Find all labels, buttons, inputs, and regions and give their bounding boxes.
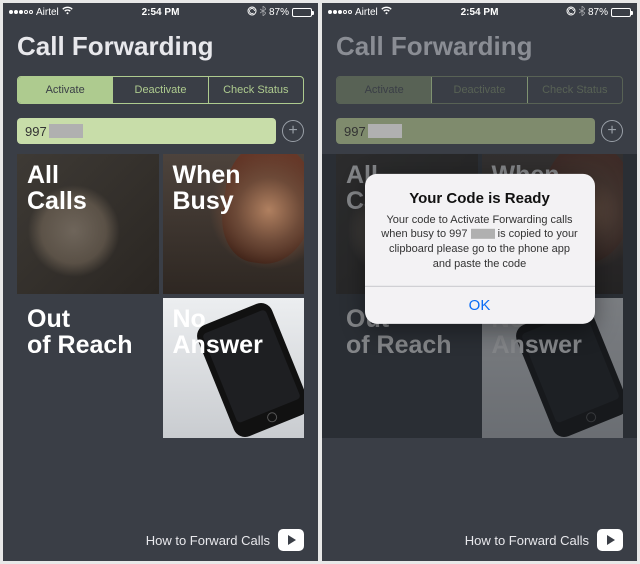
phone-number-input[interactable]: 997: [336, 118, 595, 144]
tile-out-of-reach[interactable]: Outof Reach: [17, 298, 159, 438]
battery-percent: 87%: [269, 7, 289, 18]
orientation-lock-icon: [566, 6, 576, 19]
phone-number-masked: [368, 124, 402, 138]
tile-all-calls-label: AllCalls: [17, 154, 97, 223]
tab-deactivate[interactable]: Deactivate: [112, 77, 207, 103]
footer: How to Forward Calls: [3, 519, 318, 561]
phone-number-input[interactable]: 997: [17, 118, 276, 144]
signal-dots-icon: [328, 10, 352, 14]
alert-dialog: Your Code is Ready Your code to Activate…: [365, 173, 595, 323]
alert-title: Your Code is Ready: [379, 189, 581, 206]
status-time: 2:54 PM: [142, 7, 180, 18]
battery-percent: 87%: [588, 7, 608, 18]
tab-check-status[interactable]: Check Status: [527, 77, 622, 103]
page-title: Call Forwarding: [3, 21, 318, 76]
page-title: Call Forwarding: [322, 21, 637, 76]
tab-activate[interactable]: Activate: [18, 77, 112, 103]
alert-masked-number: [471, 229, 495, 239]
wifi-icon: [381, 6, 392, 18]
tile-no-answer[interactable]: NoAnswer: [163, 298, 305, 438]
phone-number-row: 997 +: [17, 118, 304, 144]
options-grid: AllCalls WhenBusy Outof Reach NoAnswer: [17, 154, 304, 438]
carrier-label: Airtel: [36, 7, 59, 18]
tab-deactivate[interactable]: Deactivate: [431, 77, 526, 103]
tab-check-status[interactable]: Check Status: [208, 77, 303, 103]
tile-out-of-reach-label: Outof Reach: [17, 298, 143, 367]
phone-number-value: 997: [25, 124, 47, 139]
add-number-button[interactable]: +: [601, 120, 623, 142]
play-icon[interactable]: [597, 529, 623, 551]
wifi-icon: [62, 6, 73, 18]
bluetooth-icon: [579, 6, 585, 19]
battery-icon: [611, 8, 631, 17]
alert-ok-button[interactable]: OK: [365, 287, 595, 324]
phone-number-value: 997: [344, 124, 366, 139]
footer: How to Forward Calls: [322, 519, 637, 561]
tile-when-busy-label: WhenBusy: [163, 154, 251, 223]
battery-icon: [292, 8, 312, 17]
how-to-link[interactable]: How to Forward Calls: [465, 533, 589, 548]
how-to-link[interactable]: How to Forward Calls: [146, 533, 270, 548]
phone-left: Airtel 2:54 PM 87% Call Forwarding Activ…: [3, 3, 318, 561]
alert-message: Your code to Activate Forwarding calls w…: [379, 212, 581, 271]
signal-dots-icon: [9, 10, 33, 14]
phone-number-row: 997 +: [336, 118, 623, 144]
carrier-label: Airtel: [355, 7, 378, 18]
phone-number-masked: [49, 124, 83, 138]
orientation-lock-icon: [247, 6, 257, 19]
tile-when-busy[interactable]: WhenBusy: [163, 154, 305, 294]
tile-no-answer-label: NoAnswer: [163, 298, 273, 367]
phone-right: Airtel 2:54 PM 87% Call Forwarding Activ…: [322, 3, 637, 561]
play-icon[interactable]: [278, 529, 304, 551]
status-time: 2:54 PM: [461, 7, 499, 18]
tile-all-calls[interactable]: AllCalls: [17, 154, 159, 294]
status-bar: Airtel 2:54 PM 87%: [3, 3, 318, 21]
add-number-button[interactable]: +: [282, 120, 304, 142]
bluetooth-icon: [260, 6, 266, 19]
status-bar: Airtel 2:54 PM 87%: [322, 3, 637, 21]
tab-activate[interactable]: Activate: [337, 77, 431, 103]
segmented-control: Activate Deactivate Check Status: [17, 76, 304, 104]
segmented-control: Activate Deactivate Check Status: [336, 76, 623, 104]
